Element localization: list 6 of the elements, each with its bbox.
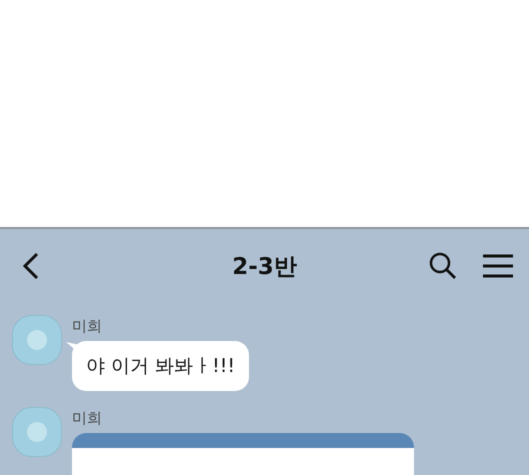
search-icon[interactable] xyxy=(429,252,457,280)
sender-name: 미희 xyxy=(72,409,102,427)
back-icon[interactable] xyxy=(22,252,40,280)
chat-title: 2-3반 xyxy=(232,252,297,282)
menu-icon[interactable] xyxy=(483,254,513,278)
sender-name: 미희 xyxy=(72,317,102,335)
